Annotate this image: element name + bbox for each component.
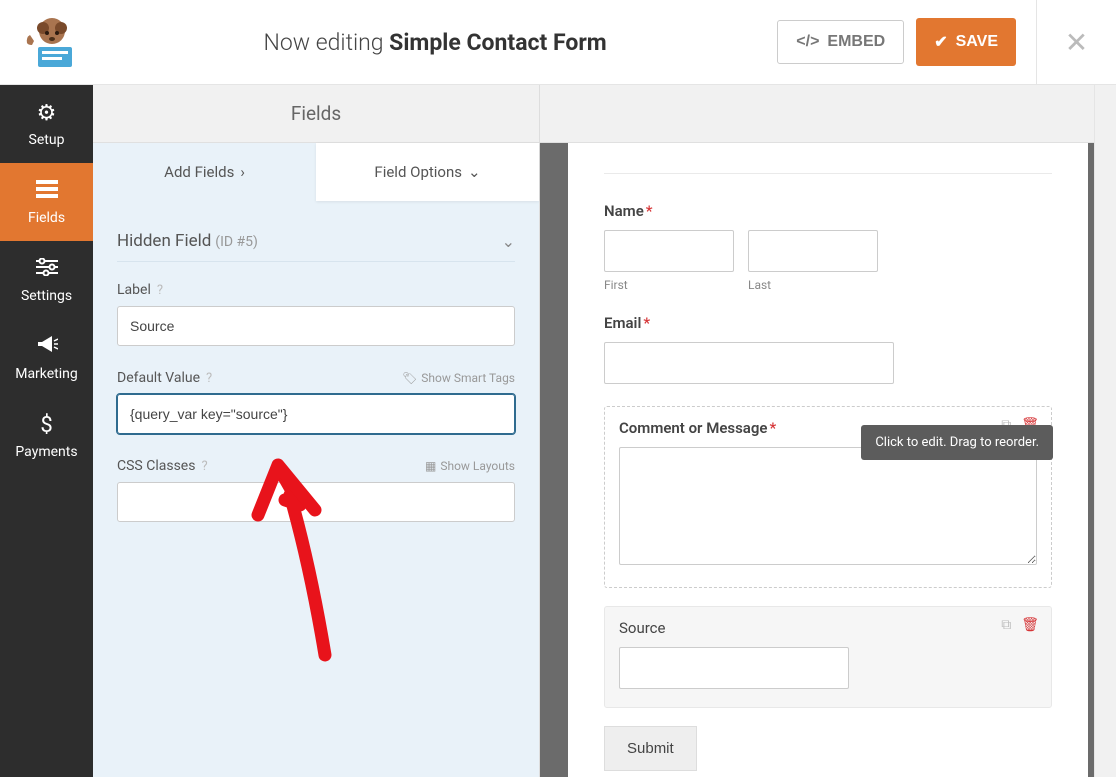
sidebar-item-label: Setup [29, 132, 65, 148]
sidebar-item-label: Payments [15, 444, 77, 460]
help-icon[interactable]: ? [157, 283, 163, 298]
gear-icon: ⚙ [37, 101, 57, 126]
default-value-label: Default Value ? [117, 370, 212, 386]
chevron-down-icon: ⌄ [468, 163, 481, 181]
sidebar-item-label: Settings [21, 288, 72, 304]
close-icon: ✕ [1065, 26, 1088, 59]
help-icon[interactable]: ? [206, 371, 212, 386]
last-name-input[interactable] [748, 230, 878, 272]
code-icon: </> [796, 33, 819, 51]
close-button[interactable]: ✕ [1036, 0, 1116, 85]
chevron-right-icon: › [240, 163, 245, 181]
sidebar-item-payments[interactable]: $ Payments [0, 397, 93, 475]
embed-button[interactable]: </> EMBED [777, 20, 904, 64]
css-classes-label: CSS Classes ? [117, 458, 208, 474]
check-icon: ✔ [934, 32, 947, 52]
default-value-input[interactable] [117, 394, 515, 434]
right-gutter [1094, 85, 1116, 777]
source-label: Source [619, 619, 1037, 637]
last-sublabel: Last [748, 278, 878, 292]
first-sublabel: First [604, 278, 734, 292]
show-layouts[interactable]: ▦ Show Layouts [425, 459, 515, 473]
chevron-down-icon: ⌄ [502, 232, 515, 251]
submit-button[interactable]: Submit [604, 726, 697, 771]
email-input[interactable] [604, 342, 894, 384]
panel-header: Fields [93, 85, 539, 143]
list-icon [36, 179, 58, 204]
tab-add-fields[interactable]: Add Fields › [93, 143, 316, 201]
dollar-icon: $ [40, 413, 52, 438]
sidebar-item-marketing[interactable]: Marketing [0, 319, 93, 397]
tag-icon: 🏷 [402, 371, 417, 385]
edit-tooltip: Click to edit. Drag to reorder. [861, 425, 1053, 460]
sidebar-item-label: Fields [28, 210, 65, 226]
label-label: Label ? [117, 282, 163, 298]
sidebar-item-label: Marketing [15, 366, 78, 382]
preview-source-block[interactable]: ⧉ 🗑 Source [604, 606, 1052, 708]
first-name-input[interactable] [604, 230, 734, 272]
sliders-icon [36, 257, 58, 282]
source-input[interactable] [619, 647, 849, 689]
email-label: Email* [604, 314, 1052, 332]
preview-comment-block[interactable]: ⧉ 🗑 Comment or Message* Click to edit. D… [604, 406, 1052, 588]
comment-textarea[interactable] [619, 447, 1037, 565]
duplicate-icon[interactable]: ⧉ [1001, 617, 1011, 633]
form-preview: Name* First Last Email* [568, 143, 1088, 777]
sidebar-item-fields[interactable]: Fields [0, 163, 93, 241]
page-title: Now editing Simple Contact Form [93, 29, 777, 56]
tab-field-options[interactable]: Field Options ⌄ [316, 143, 539, 201]
trash-icon[interactable]: 🗑 [1021, 617, 1039, 633]
wpforms-logo [0, 15, 93, 70]
preview-email-field[interactable]: Email* [604, 314, 1052, 384]
css-classes-input[interactable] [117, 482, 515, 522]
section-id: (ID #5) [215, 234, 258, 250]
sidebar-item-settings[interactable]: Settings [0, 241, 93, 319]
section-title: Hidden Field [117, 231, 211, 251]
label-input[interactable] [117, 306, 515, 346]
preview-name-field[interactable]: Name* First Last [604, 202, 1052, 292]
sidebar-item-setup[interactable]: ⚙ Setup [0, 85, 93, 163]
show-smart-tags[interactable]: 🏷 Show Smart Tags [402, 371, 515, 385]
bullhorn-icon [36, 334, 58, 360]
section-header[interactable]: Hidden Field (ID #5) ⌄ [117, 213, 515, 262]
help-icon[interactable]: ? [201, 459, 207, 474]
preview-header-strip [540, 85, 1116, 143]
name-label: Name* [604, 202, 1052, 220]
save-button[interactable]: ✔ SAVE [916, 18, 1016, 66]
grid-icon: ▦ [425, 459, 436, 473]
